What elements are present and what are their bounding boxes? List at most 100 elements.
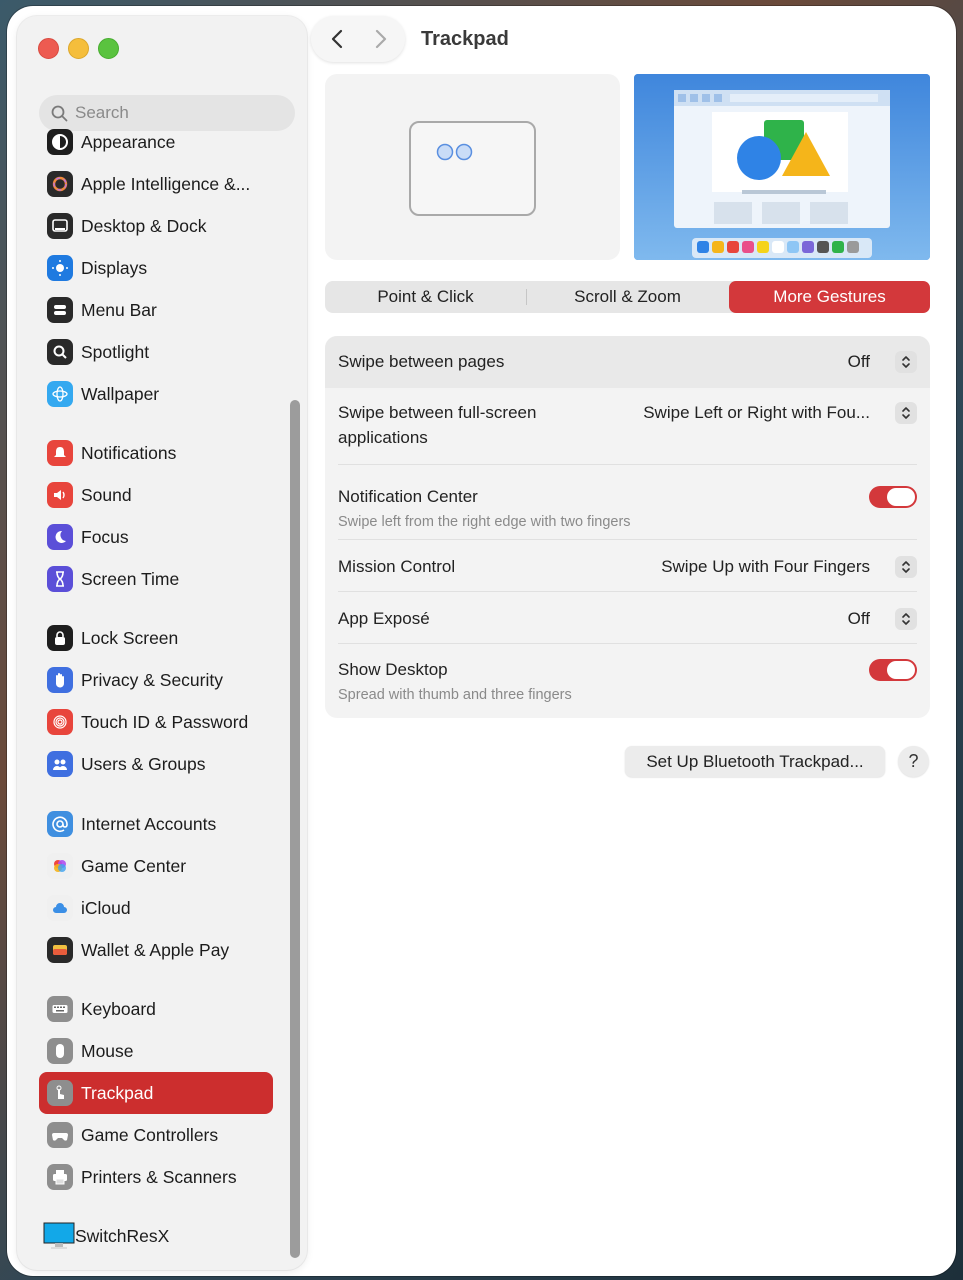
row-subtitle: Spread with thumb and three fingers — [338, 687, 572, 703]
sidebar-item-appearance[interactable]: Appearance — [39, 121, 273, 163]
trackpad-icon — [47, 1080, 73, 1106]
help-button[interactable]: ? — [898, 746, 929, 777]
sidebar-item-label: Mouse — [81, 1040, 134, 1061]
row-subtitle: Swipe left from the right edge with two … — [338, 514, 631, 530]
toggle-knob — [887, 488, 915, 506]
menu-bar-icon — [47, 297, 73, 323]
sidebar-item-game-controllers[interactable]: Game Controllers — [39, 1114, 273, 1156]
game-controller-icon — [47, 1122, 73, 1148]
row-value[interactable]: Off — [848, 349, 870, 374]
sidebar-item-switchresx[interactable]: SwitchResX — [39, 1215, 273, 1257]
switchresx-monitor-icon — [43, 1222, 75, 1249]
minimize-window-button[interactable] — [68, 38, 89, 59]
apple-intelligence-icon — [47, 171, 73, 197]
sidebar-item-label: Wallpaper — [81, 383, 160, 404]
sidebar: Appearance Apple Intelligence &... Desktop… — [17, 16, 307, 1270]
popup-stepper[interactable] — [895, 556, 917, 578]
tab-scroll-zoom[interactable]: Scroll & Zoom — [527, 281, 728, 313]
tab-segmented-control: Point & Click Scroll & Zoom More Gesture… — [325, 281, 930, 313]
sidebar-item-users-groups[interactable]: Users & Groups — [39, 743, 273, 785]
sidebar-item-sound[interactable]: Sound — [39, 474, 273, 516]
setup-bluetooth-trackpad-button[interactable]: Set Up Bluetooth Trackpad... — [625, 746, 885, 777]
sidebar-item-printers-scanners[interactable]: Printers & Scanners — [39, 1156, 273, 1198]
displays-icon — [47, 255, 73, 281]
sidebar-item-label: Game Center — [81, 855, 187, 876]
sidebar-item-label: Sound — [81, 484, 132, 505]
row-app-expose: App Exposé Off — [325, 592, 930, 644]
back-button[interactable] — [325, 27, 349, 51]
sidebar-item-trackpad[interactable]: Trackpad — [39, 1072, 273, 1114]
sidebar-item-icloud[interactable]: iCloud — [39, 887, 273, 929]
chevron-updown-icon — [902, 561, 910, 573]
sidebar-item-keyboard[interactable]: Keyboard — [39, 988, 273, 1030]
row-swipe-between-pages: Swipe between pages Off — [325, 336, 930, 388]
sidebar-item-label: Focus — [81, 526, 129, 547]
sidebar-item-lock-screen[interactable]: Lock Screen — [39, 617, 273, 659]
sidebar-item-apple-intelligence[interactable]: Apple Intelligence &... — [39, 163, 273, 205]
sidebar-item-wallpaper[interactable]: Wallpaper — [39, 373, 273, 415]
sidebar-scroll-thumb[interactable] — [290, 400, 300, 1258]
sidebar-item-label: Lock Screen — [81, 627, 179, 648]
sidebar-item-focus[interactable]: Focus — [39, 516, 273, 558]
popup-stepper[interactable] — [895, 608, 917, 630]
row-value[interactable]: Swipe Up with Four Fingers — [661, 554, 870, 579]
chevron-updown-icon — [902, 356, 910, 368]
printer-icon — [47, 1164, 73, 1190]
show-desktop-toggle[interactable] — [869, 659, 917, 681]
row-swipe-fullscreen-apps: Swipe between full-screen applications S… — [325, 388, 930, 465]
keyboard-icon — [47, 996, 73, 1022]
sidebar-item-label: Spotlight — [81, 341, 150, 362]
sidebar-item-privacy-security[interactable]: Privacy & Security — [39, 659, 273, 701]
sidebar-item-label: Wallet & Apple Pay — [81, 939, 230, 960]
popup-stepper[interactable] — [895, 402, 917, 424]
chevron-updown-icon — [902, 407, 910, 419]
sidebar-item-mouse[interactable]: Mouse — [39, 1030, 273, 1072]
sidebar-item-label: Users & Groups — [81, 753, 206, 774]
sidebar-item-label: Privacy & Security — [81, 669, 223, 690]
sidebar-item-screen-time[interactable]: Screen Time — [39, 558, 273, 600]
row-title: Notification Center — [338, 487, 478, 506]
gestures-settings-panel: Swipe between pages Off Swipe between fu… — [325, 336, 930, 718]
notification-center-toggle[interactable] — [869, 486, 917, 508]
wallpaper-icon — [47, 381, 73, 407]
sidebar-item-label: iCloud — [81, 897, 131, 918]
gesture-preview — [325, 74, 620, 260]
search-icon — [51, 105, 68, 122]
row-title: Swipe between full-screen — [338, 403, 537, 422]
sidebar-item-internet-accounts[interactable]: Internet Accounts — [39, 803, 273, 845]
popup-stepper[interactable] — [895, 351, 917, 373]
sidebar-item-label: Keyboard — [81, 998, 156, 1019]
row-show-desktop: Show Desktop Spread with thumb and three… — [325, 644, 930, 718]
sidebar-item-displays[interactable]: Displays — [39, 247, 273, 289]
users-groups-icon — [47, 751, 73, 777]
sidebar-item-spotlight[interactable]: Spotlight — [39, 331, 273, 373]
tab-point-click[interactable]: Point & Click — [325, 281, 526, 313]
sound-icon — [47, 482, 73, 508]
sidebar-item-notifications[interactable]: Notifications — [39, 432, 273, 474]
sidebar-item-game-center[interactable]: Game Center — [39, 845, 273, 887]
focus-icon — [47, 524, 73, 550]
sidebar-item-label: Menu Bar — [81, 299, 157, 320]
sidebar-item-label: Touch ID & Password — [81, 711, 249, 732]
sidebar-item-label: Apple Intelligence &... — [81, 173, 251, 194]
forward-button[interactable] — [369, 27, 393, 51]
sidebar-item-label: Desktop & Dock — [81, 215, 207, 236]
row-value[interactable]: Off — [848, 606, 870, 631]
toggle-knob — [887, 661, 915, 679]
icloud-icon — [47, 895, 73, 921]
sidebar-item-label: Internet Accounts — [81, 813, 217, 834]
close-window-button[interactable] — [38, 38, 59, 59]
zoom-window-button[interactable] — [98, 38, 119, 59]
row-value[interactable]: Swipe Left or Right with Fou... — [643, 400, 870, 425]
lock-screen-icon — [47, 625, 73, 651]
tab-more-gestures[interactable]: More Gestures — [729, 281, 930, 313]
sidebar-item-touch-id-password[interactable]: Touch ID & Password — [39, 701, 273, 743]
row-notification-center: Notification Center Swipe left from the … — [325, 465, 930, 540]
spotlight-icon — [47, 339, 73, 365]
gesture-video-preview — [634, 74, 930, 260]
row-title: Swipe between pages — [338, 352, 505, 371]
sidebar-item-wallet-apple-pay[interactable]: Wallet & Apple Pay — [39, 929, 273, 971]
sidebar-item-menu-bar[interactable]: Menu Bar — [39, 289, 273, 331]
sidebar-item-desktop-dock[interactable]: Desktop & Dock — [39, 205, 273, 247]
sidebar-item-label: SwitchResX — [75, 1225, 170, 1246]
